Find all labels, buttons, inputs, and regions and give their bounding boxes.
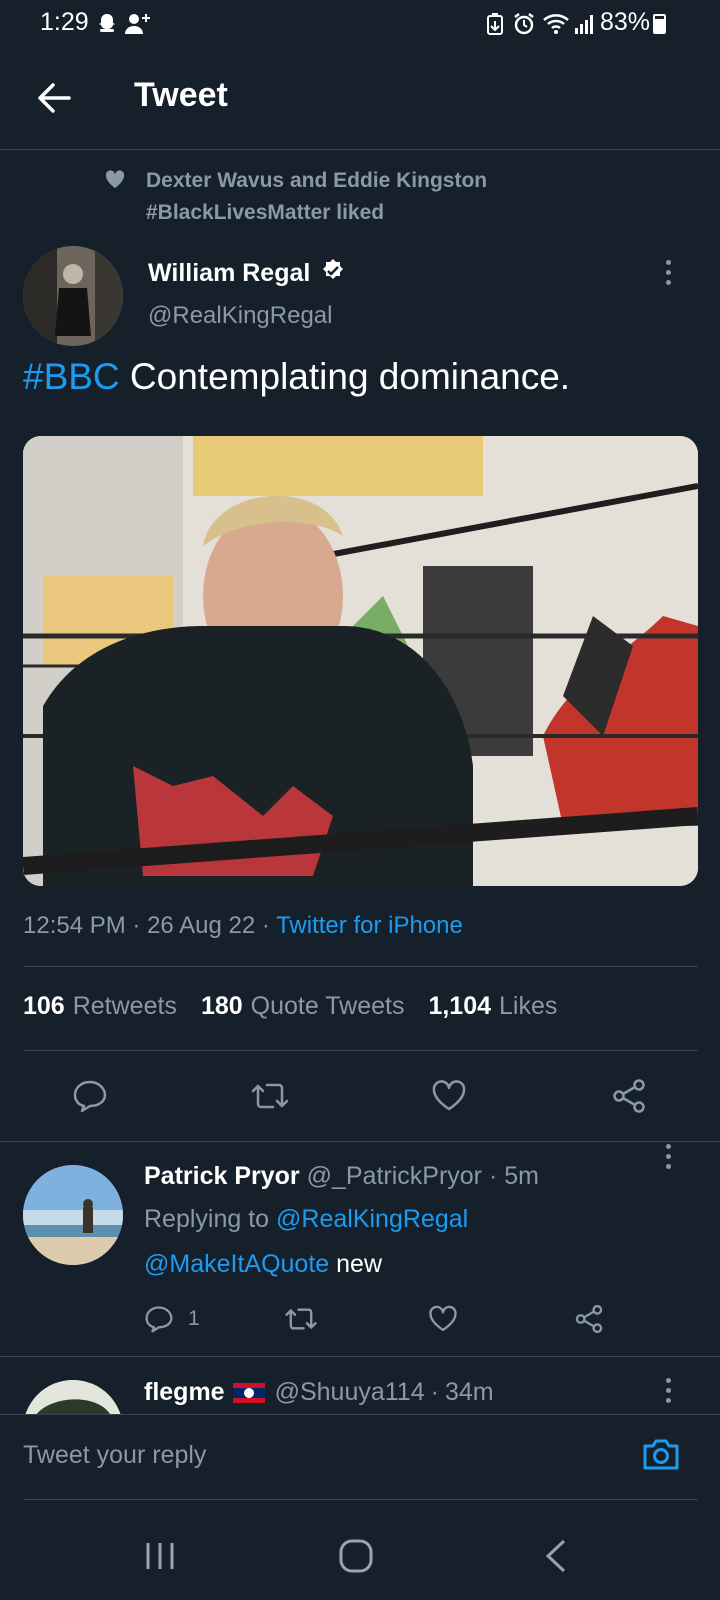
reply-age: 5m: [504, 1162, 539, 1190]
data-saver-icon: [486, 12, 504, 41]
share-icon: [575, 1304, 603, 1334]
reply-retweet-button[interactable]: [284, 1294, 318, 1344]
comment-icon: [145, 1306, 173, 1333]
tweet-body-text: Contemplating dominance.: [119, 356, 571, 397]
reply-share-button[interactable]: [574, 1294, 604, 1344]
replying-to: Replying to @RealKingRegal: [144, 1205, 469, 1233]
reply-author-name[interactable]: Patrick Pryor: [144, 1162, 300, 1190]
reply-text: @MakeItAQuote new: [144, 1250, 382, 1278]
share-icon: [613, 1079, 645, 1113]
chevron-left-icon: [545, 1539, 566, 1573]
stats-row: 106 Retweets 180 Quote Tweets 1,104 Likes: [23, 992, 557, 1021]
next-reply-age: 34m: [444, 1378, 494, 1406]
heart-icon: [432, 1080, 466, 1111]
reply-input[interactable]: [23, 1433, 603, 1477]
reply-author-handle[interactable]: @_PatrickPryor: [307, 1162, 482, 1190]
signal-icon: [574, 12, 596, 41]
next-reply-handle[interactable]: @Shuuya114: [275, 1378, 425, 1407]
recent-apps-button[interactable]: [120, 1528, 200, 1584]
snapchat-icon: [96, 12, 118, 39]
tweet-date: 26 Aug 22: [147, 912, 256, 939]
reply-count: 1: [188, 1307, 200, 1330]
next-reply-avatar[interactable]: [23, 1380, 123, 1414]
tweet-text: #BBC Contemplating dominance.: [23, 352, 703, 402]
reply-avatar[interactable]: [23, 1165, 123, 1265]
author-name[interactable]: William Regal: [148, 259, 310, 288]
status-bar: 1:29 83%: [0, 0, 720, 48]
reply-button[interactable]: [62, 1068, 118, 1124]
divider: [23, 1050, 698, 1051]
reply-more-options-icon[interactable]: [648, 1136, 688, 1176]
retweet-button[interactable]: [242, 1068, 298, 1124]
reply-composer: [0, 1414, 720, 1518]
battery-icon: [653, 14, 666, 34]
arrow-left-icon: [38, 83, 71, 113]
heart-filled-icon: [104, 169, 126, 194]
mention-link[interactable]: @MakeItAQuote: [144, 1250, 329, 1278]
system-back-button[interactable]: [516, 1528, 596, 1584]
status-time: 1:29: [40, 8, 89, 36]
more-options-icon[interactable]: [648, 252, 688, 292]
comment-icon: [73, 1080, 107, 1113]
heart-icon: [429, 1305, 457, 1332]
tweet-meta: 12:54 PM · 26 Aug 22 · Twitter for iPhon…: [23, 912, 463, 939]
battery-percentage: 83%: [599, 8, 650, 36]
social-context-line2: #BlackLivesMatter liked: [146, 201, 385, 224]
home-icon: [339, 1539, 373, 1573]
composer-underline: [23, 1499, 698, 1500]
verified-badge-icon: [320, 258, 346, 289]
system-nav-bar: [0, 1518, 720, 1600]
next-reply: flegme @Shuuya114 · 34m: [0, 1356, 720, 1414]
divider: [0, 1141, 720, 1142]
page-title: Tweet: [134, 76, 228, 114]
hashtag-link[interactable]: #BBC: [23, 356, 120, 397]
retweets-stat[interactable]: 106 Retweets: [23, 992, 177, 1021]
camera-button[interactable]: [638, 1431, 684, 1477]
reply-like-button[interactable]: [428, 1294, 458, 1344]
reply-header: Patrick Pryor @_PatrickPryor · 5m: [144, 1162, 539, 1190]
share-button[interactable]: [601, 1068, 657, 1124]
retweet-icon: [251, 1083, 289, 1109]
recent-apps-icon: [146, 1543, 174, 1569]
likes-stat[interactable]: 1,104 Likes: [428, 992, 557, 1021]
wifi-icon: [542, 12, 572, 41]
back-button[interactable]: [28, 72, 80, 124]
author-avatar[interactable]: [23, 246, 123, 346]
author-handle[interactable]: @RealKingRegal: [148, 302, 332, 330]
tweet-image[interactable]: [23, 436, 698, 886]
tweet-time: 12:54 PM: [23, 912, 126, 939]
like-button[interactable]: [421, 1068, 477, 1124]
social-context-line1: Dexter Wavus and Eddie Kingston: [146, 169, 488, 192]
next-reply-author-name[interactable]: flegme: [144, 1378, 225, 1407]
app-header: Tweet: [0, 48, 720, 150]
divider: [23, 966, 698, 967]
home-button[interactable]: [316, 1528, 396, 1584]
replying-to-handle[interactable]: @RealKingRegal: [276, 1205, 468, 1233]
alarm-icon: [512, 12, 536, 41]
next-reply-more-options-icon[interactable]: [648, 1370, 688, 1410]
laos-flag-icon: [232, 1382, 265, 1403]
tweet-source-link[interactable]: Twitter for iPhone: [276, 912, 463, 939]
add-person-icon: [124, 12, 152, 41]
retweet-icon: [285, 1308, 317, 1330]
camera-icon: [643, 1439, 679, 1470]
quote-tweets-stat[interactable]: 180 Quote Tweets: [201, 992, 405, 1021]
reply-reply-button[interactable]: 1: [144, 1294, 200, 1344]
